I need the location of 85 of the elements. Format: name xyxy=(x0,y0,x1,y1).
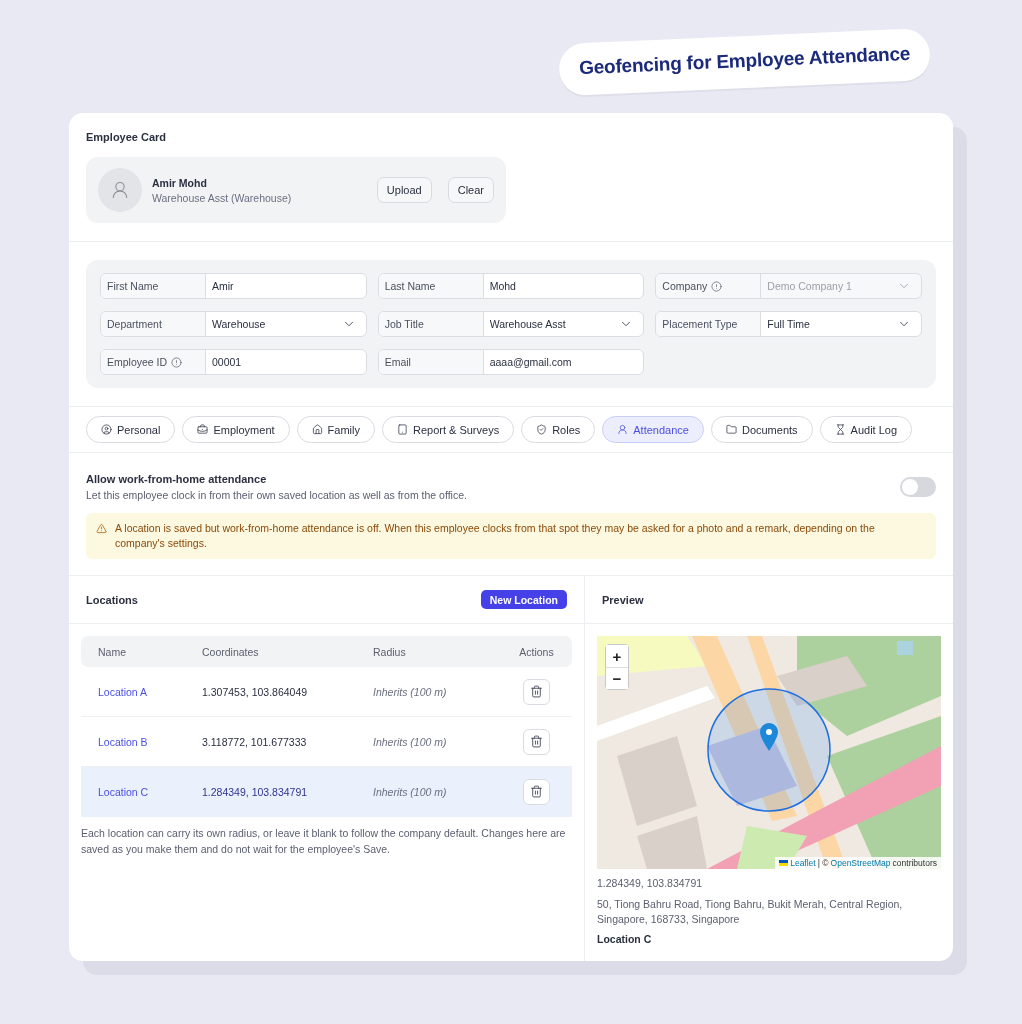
toggle-switch[interactable] xyxy=(900,477,936,497)
field-value: 00001 xyxy=(212,356,242,368)
hourglass-icon xyxy=(834,424,846,435)
select-field[interactable]: Placement Type Full Time xyxy=(655,311,922,337)
input-field[interactable]: First Name Amir xyxy=(100,273,367,299)
trash-icon xyxy=(530,735,543,748)
table-cell-text: 1.307453, 103.864049 xyxy=(202,685,309,698)
column-header: Radius xyxy=(373,645,407,658)
zoom-out-button[interactable]: − xyxy=(606,667,628,689)
field-value: Amir xyxy=(212,280,234,292)
employee-role: Warehouse Asst (Warehouse) xyxy=(152,191,293,204)
employee-name: Amir Mohd xyxy=(152,176,208,189)
banner-title: Geofencing for Employee Attendance xyxy=(557,27,931,97)
field-value: Warehouse Asst xyxy=(489,318,566,330)
table-cell-text: Inherits (100 m) xyxy=(373,785,448,798)
help-text: Each location can carry its own radius, or leave it blank to follow the company default. Changes here are saved as you make them and do not wait for the employee's Save. xyxy=(80,826,567,857)
section-title: Locations xyxy=(86,593,138,606)
coordinates-text: 1.284349, 103.834791 xyxy=(597,877,704,889)
setting-title: Allow work-from-home attendance xyxy=(86,473,268,485)
field-label: Employee ID xyxy=(107,356,168,368)
field-value: Full Time xyxy=(767,318,810,330)
tab[interactable]: Documents xyxy=(710,416,813,443)
address-text: 50, Tiong Bahru Road, Tiong Bahru, Bukit Merah, Central Region, Singapore, 168733, Singapore xyxy=(597,897,904,927)
location-link[interactable]: Location B xyxy=(98,735,148,748)
clear-button[interactable]: Clear xyxy=(447,177,494,203)
field-value: aaaa@gmail.com xyxy=(489,356,572,368)
shield-check-icon xyxy=(536,424,548,435)
location-name: Location C xyxy=(597,933,653,945)
upload-button[interactable]: Upload xyxy=(376,177,432,203)
folder-icon xyxy=(725,424,737,435)
tab[interactable]: Personal xyxy=(86,416,176,443)
column-header: Actions xyxy=(518,645,555,658)
table-cell-text: Inherits (100 m) xyxy=(373,685,448,698)
tablet-icon xyxy=(396,424,408,435)
delete-button[interactable] xyxy=(523,678,550,705)
input-field[interactable]: Email aaaa@gmail.com xyxy=(377,349,645,375)
flag-icon xyxy=(779,860,789,866)
map[interactable]: + − Leaflet | © OpenStreetMap contributors xyxy=(597,636,941,869)
table-cell-text: 3.118772, 101.677333 xyxy=(202,735,308,748)
table-cell-text: 1.284349, 103.834791 xyxy=(202,785,309,798)
field-label: Department xyxy=(107,318,162,330)
field-label: Placement Type xyxy=(662,318,738,330)
trash-icon xyxy=(530,785,543,798)
delete-button[interactable] xyxy=(523,728,550,755)
tab[interactable]: Audit Log xyxy=(819,416,913,443)
table-row[interactable]: Location A 1.307453, 103.864049 Inherits (100 m) xyxy=(81,667,572,717)
tab[interactable]: Roles xyxy=(521,416,596,443)
openstreetmap-link[interactable]: OpenStreetMap xyxy=(830,858,891,868)
delete-button[interactable] xyxy=(523,778,550,805)
column-header: Name xyxy=(98,645,127,658)
input-field[interactable]: Last Name Mohd xyxy=(377,273,645,299)
select-field[interactable]: Job Title Warehouse Asst xyxy=(377,311,645,337)
field-label: Job Title xyxy=(384,318,424,330)
tab[interactable]: Employment xyxy=(182,416,290,443)
tab[interactable]: Attendance xyxy=(602,416,704,443)
section-title: Employee Card xyxy=(86,131,168,143)
warning-icon xyxy=(96,523,107,534)
house-icon xyxy=(311,424,323,435)
location-link[interactable]: Location C xyxy=(98,785,149,798)
map-pin-icon xyxy=(760,723,778,751)
field-label: First Name xyxy=(107,280,159,292)
tab[interactable]: Family xyxy=(296,416,375,443)
user-circle-icon xyxy=(101,424,112,435)
input-field[interactable]: Employee ID 00001 xyxy=(100,349,367,375)
field-label: Company xyxy=(662,280,708,292)
field-label: Last Name xyxy=(384,280,436,292)
person-icon xyxy=(110,180,130,200)
field-value: Mohd xyxy=(489,280,516,292)
field-value: Warehouse xyxy=(212,318,266,330)
tab[interactable]: Report & Surveys xyxy=(381,416,515,443)
select-field[interactable]: Department Warehouse xyxy=(100,311,367,337)
setting-description: Let this employee clock in from their own saved location as well as from the office. xyxy=(86,489,467,501)
new-location-button[interactable]: New Location xyxy=(480,590,567,609)
section-title: Preview xyxy=(602,593,644,606)
person-icon xyxy=(617,424,629,435)
table-cell-text: Inherits (100 m) xyxy=(373,735,448,748)
map-attribution: Leaflet | © OpenStreetMap contributors xyxy=(775,857,941,869)
briefcase-icon xyxy=(197,424,209,435)
trash-icon xyxy=(530,685,543,698)
warning-text: A location is saved but work-from-home attendance is off. When this employee clocks from that spot they may be asked for a photo and a remark, depending on the company's settings. xyxy=(115,521,876,551)
field-label: Email xyxy=(384,356,411,368)
leaflet-link[interactable]: Leaflet xyxy=(790,858,816,868)
column-header: Coordinates xyxy=(202,645,260,658)
location-link[interactable]: Location A xyxy=(98,685,148,698)
table-row[interactable]: Location C 1.284349, 103.834791 Inherits (100 m) xyxy=(81,767,572,817)
